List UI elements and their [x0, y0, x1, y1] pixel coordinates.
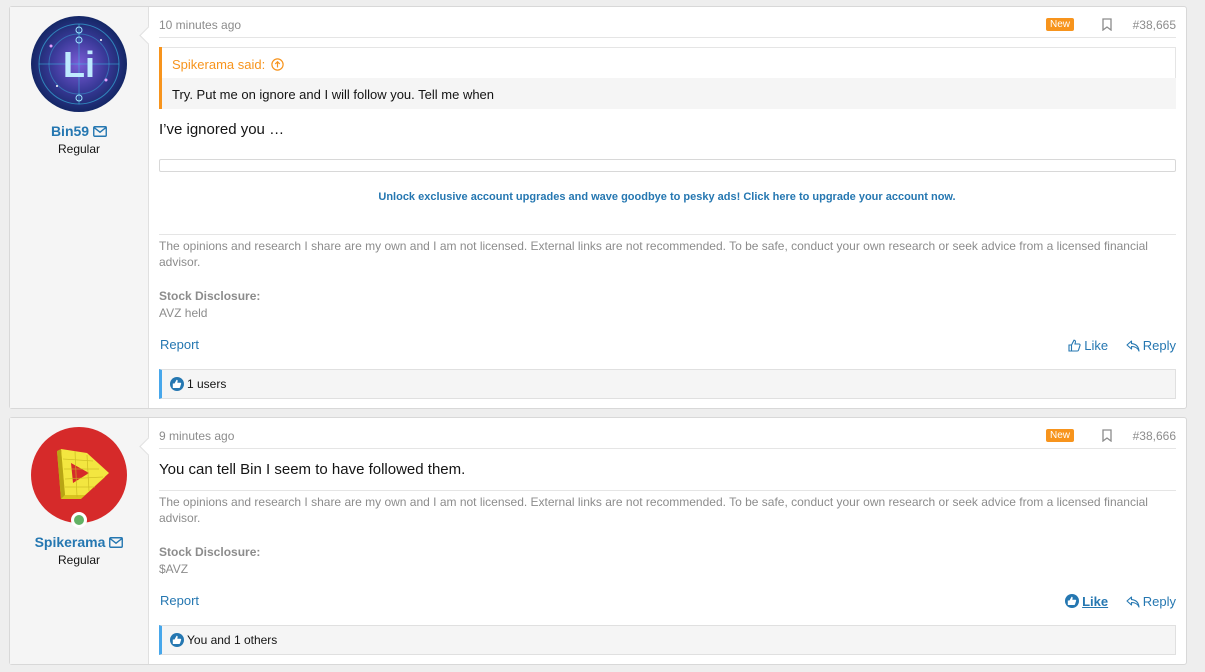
user-title: Regular	[57, 142, 101, 156]
quote-header[interactable]: Spikerama said:	[162, 47, 1176, 78]
reply-button[interactable]: Reply	[1126, 338, 1176, 353]
disclosure-value: AVZ held	[159, 306, 208, 320]
like-button[interactable]: Like	[1065, 594, 1108, 609]
ad-container	[159, 159, 1176, 172]
reactions-text[interactable]: 1 users	[187, 377, 226, 391]
post-time[interactable]: 10 minutes ago	[159, 18, 241, 32]
post-time[interactable]: 9 minutes ago	[159, 429, 234, 443]
post-attribution: 10 minutes ago New #38,665	[159, 17, 1176, 33]
avatar-image: Li	[31, 16, 127, 112]
like-reaction-icon	[170, 633, 184, 647]
quote-block: Spikerama said: Try. Put me on ignore an…	[159, 47, 1176, 109]
post-attribution: 9 minutes ago New #38,666	[159, 428, 1176, 444]
divider	[159, 37, 1176, 38]
signature-divider	[159, 234, 1176, 235]
reactions-bar[interactable]: 1 users	[159, 369, 1176, 399]
thumbs-up-icon	[1065, 594, 1080, 608]
avatar-image	[31, 427, 127, 523]
thumbs-up-icon	[1068, 339, 1081, 352]
post-message: You can tell Bin I seem to have followed…	[159, 461, 466, 478]
like-reaction-icon	[170, 377, 184, 391]
post: Spikerama Regular 9 minutes ago New #38,…	[9, 417, 1187, 665]
signature-text: The opinions and research I share are my…	[159, 495, 1148, 525]
new-badge: New	[1045, 18, 1074, 31]
post-actions: Like Reply	[1054, 338, 1176, 353]
reply-button[interactable]: Reply	[1126, 594, 1176, 609]
online-status-indicator	[71, 512, 87, 528]
post-actions: Like Reply	[1051, 594, 1176, 609]
avatar[interactable]: Li	[31, 16, 127, 112]
arrow-up-circle-icon[interactable]	[271, 58, 284, 74]
reactions-bar[interactable]: You and 1 others	[159, 625, 1176, 655]
mail-icon[interactable]	[93, 124, 108, 140]
avatar[interactable]	[31, 427, 127, 523]
post: Li Bin59 Regular 10 minutes ago New #38,…	[9, 6, 1187, 409]
bookmark-icon[interactable]	[1102, 18, 1112, 34]
like-button[interactable]: Like	[1068, 338, 1108, 353]
like-label: Like	[1082, 594, 1109, 609]
upgrade-ad-link[interactable]: Unlock exclusive account upgrades and wa…	[158, 191, 1176, 203]
reply-icon	[1126, 340, 1140, 352]
user-cell: Li Bin59 Regular	[10, 7, 149, 408]
reactions-text[interactable]: You and 1 others	[187, 633, 277, 647]
user-title: Regular	[57, 553, 101, 567]
disclosure-value: $AVZ	[159, 562, 189, 576]
report-link[interactable]: Report	[160, 593, 199, 608]
quote-text: Try. Put me on ignore and I will follow …	[172, 87, 495, 102]
reply-label: Reply	[1142, 338, 1176, 353]
post-main: 9 minutes ago New #38,666 You can tell B…	[158, 418, 1176, 664]
bookmark-icon[interactable]	[1102, 429, 1112, 445]
divider	[159, 448, 1176, 449]
post-number[interactable]: #38,665	[1133, 18, 1176, 32]
username-row: Spikerama	[10, 534, 148, 551]
disclosure-label: Stock Disclosure:	[159, 545, 261, 559]
new-badge: New	[1045, 429, 1074, 442]
user-cell: Spikerama Regular	[10, 418, 149, 664]
post-message: I’ve ignored you …	[159, 121, 285, 138]
quote-author[interactable]: Spikerama said:	[172, 57, 265, 72]
username[interactable]: Bin59	[51, 123, 89, 139]
disclosure-label: Stock Disclosure:	[159, 289, 261, 303]
svg-text:Li: Li	[63, 44, 95, 85]
reply-icon	[1126, 596, 1140, 608]
post-number[interactable]: #38,666	[1133, 429, 1176, 443]
username[interactable]: Spikerama	[35, 534, 106, 550]
report-link[interactable]: Report	[160, 337, 199, 352]
post-main: 10 minutes ago New #38,665 Spikerama sai…	[158, 7, 1176, 408]
mail-icon[interactable]	[109, 535, 124, 551]
username-row: Bin59	[10, 123, 148, 140]
reply-label: Reply	[1142, 594, 1176, 609]
like-label: Like	[1084, 338, 1109, 353]
signature-text: The opinions and research I share are my…	[159, 239, 1148, 269]
signature-divider	[159, 490, 1176, 491]
